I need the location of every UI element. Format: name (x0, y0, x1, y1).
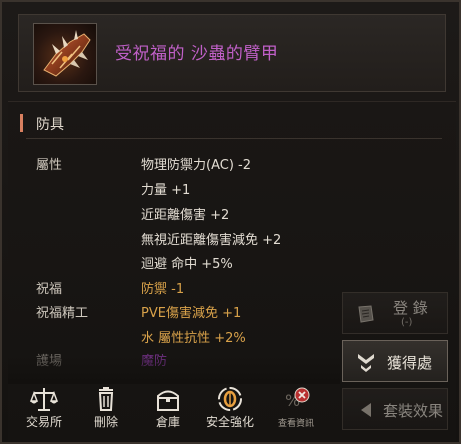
warehouse-label: 倉庫 (155, 415, 180, 429)
percent-disabled-icon: % (285, 387, 310, 410)
section-title: 防具 (36, 117, 64, 133)
set-effect-button[interactable]: 套裝效果 (342, 388, 448, 430)
view-info-button[interactable]: % 查看資訊 (268, 382, 324, 434)
stat-value-refine: 水 屬性抗性 +2% (141, 331, 246, 346)
register-sublabel: (-) (401, 317, 413, 328)
stat-value-blessing: 防禦 -1 (141, 282, 185, 297)
stat-value: 無視近距離傷害減免 +2 (141, 233, 282, 248)
scales-icon (29, 388, 59, 411)
stat-value: 物理防禦力(AC) -2 (141, 158, 251, 173)
delete-button[interactable]: 刪除 (76, 382, 136, 434)
view-info-label: 查看資訊 (277, 419, 314, 429)
item-header: 受祝福的 沙蟲的臂甲 (18, 14, 446, 92)
item-tooltip-window: 受祝福的 沙蟲的臂甲 防具 屬性 物理防禦力(AC) -2 力量 +1 近距離傷… (0, 0, 461, 444)
item-action-toolbar: 交易所 刪除 倉庫 安全強化 % 查看資訊 (12, 382, 338, 434)
trash-icon (98, 387, 114, 411)
bracer-item-icon (33, 23, 97, 85)
stat-value-refine: PVE傷害減免 +1 (141, 306, 242, 321)
safe-enhance-icon (218, 387, 242, 411)
triangle-left-icon (355, 399, 377, 421)
section-divider (26, 138, 442, 139)
delete-label: 刪除 (93, 415, 118, 429)
chevron-arrow-icon (355, 351, 377, 373)
exchange-button[interactable]: 交易所 (14, 382, 74, 434)
section-accent-bar (20, 114, 23, 132)
stat-value: 迴避 命中 +5% (141, 257, 233, 272)
stat-label-blessing-refine: 祝福精工 (36, 306, 89, 321)
acquisition-source-button[interactable]: 獲得處 (342, 340, 448, 382)
safe-enhance-button[interactable]: 安全強化 (200, 382, 260, 434)
item-name: 受祝福的 沙蟲的臂甲 (115, 44, 279, 64)
stat-label-blessing: 祝福 (36, 282, 63, 297)
stat-value: 力量 +1 (141, 183, 191, 198)
stat-value: 近距離傷害 +2 (141, 208, 230, 223)
toolbar-fade (8, 354, 340, 384)
stat-label-attributes: 屬性 (36, 158, 63, 173)
set-effect-label: 套裝效果 (383, 402, 444, 420)
register-button[interactable]: 登 錄 (-) (342, 292, 448, 334)
exchange-label: 交易所 (25, 415, 62, 429)
acquisition-source-label: 獲得處 (387, 354, 433, 372)
chest-icon (157, 390, 179, 411)
scroll-icon (355, 303, 377, 325)
register-label: 登 錄 (393, 299, 428, 317)
warehouse-button[interactable]: 倉庫 (138, 382, 198, 434)
safe-enhance-label: 安全強化 (205, 415, 254, 429)
